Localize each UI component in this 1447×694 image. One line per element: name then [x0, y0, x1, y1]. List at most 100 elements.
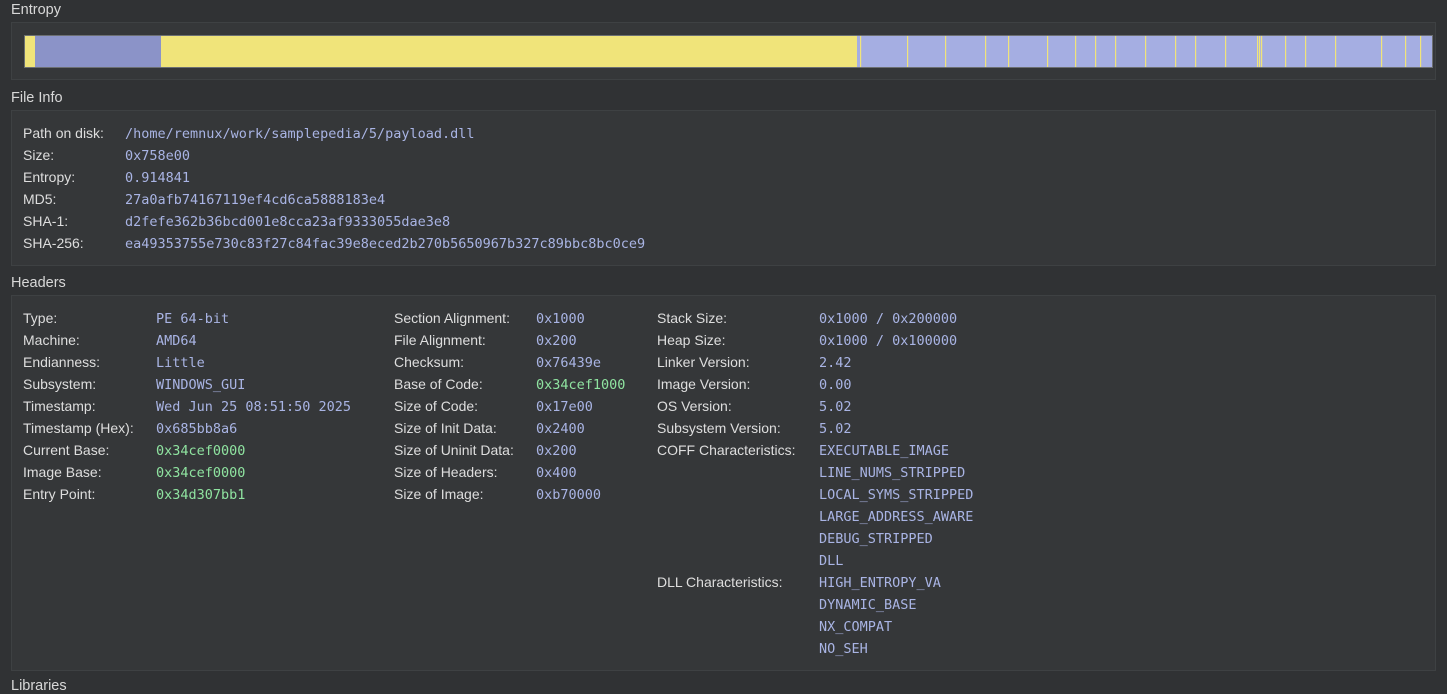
header-value[interactable]: 0x1000: [536, 311, 585, 327]
header-label: Subsystem Version:: [657, 420, 781, 436]
header-value[interactable]: PE 64-bit: [156, 311, 229, 327]
sha1-label: SHA-1:: [23, 213, 69, 229]
header-value[interactable]: 0x200: [536, 333, 577, 349]
dll-flag[interactable]: NO_SEH: [819, 641, 868, 657]
header-value[interactable]: 0xb70000: [536, 487, 601, 503]
header-label: Entry Point:: [23, 486, 96, 502]
md5-label: MD5:: [23, 191, 57, 207]
header-label: Timestamp:: [23, 398, 96, 414]
entropy-stripe: [1420, 36, 1422, 67]
header-label: Base of Code:: [394, 376, 483, 392]
md5-value[interactable]: 27a0afb74167119ef4cd6ca5888183e4: [125, 192, 385, 208]
dll-flag[interactable]: DYNAMIC_BASE: [819, 597, 917, 613]
entropy-stripe: [1225, 36, 1227, 67]
header-label: Size of Code:: [394, 398, 479, 414]
coff-flag[interactable]: DEBUG_STRIPPED: [819, 531, 933, 547]
header-label: OS Version:: [657, 398, 732, 414]
coff-flag[interactable]: DLL: [819, 553, 843, 569]
coff-flag[interactable]: LARGE_ADDRESS_AWARE: [819, 509, 973, 525]
header-label: Image Base:: [23, 464, 102, 480]
entropy-bar-graphic: [25, 36, 1422, 67]
coff-characteristics-label: COFF Characteristics:: [657, 442, 796, 458]
libraries-section-title: Libraries: [11, 678, 67, 694]
entropy-stripe: [860, 36, 862, 67]
header-value[interactable]: 0x17e00: [536, 399, 593, 415]
file-info-section-title: File Info: [11, 90, 63, 106]
header-value[interactable]: 0x200: [536, 443, 577, 459]
header-label: Machine:: [23, 332, 80, 348]
entropy-stripe: [1259, 36, 1261, 67]
header-value[interactable]: 0x1000 / 0x100000: [819, 333, 957, 349]
header-label: File Alignment:: [394, 332, 486, 348]
header-label: Size of Image:: [394, 486, 484, 502]
header-value[interactable]: 0x2400: [536, 421, 585, 437]
header-label: Timestamp (Hex):: [23, 420, 134, 436]
entropy-bar[interactable]: [24, 35, 1433, 68]
entropy-stripe: [1115, 36, 1117, 67]
header-value[interactable]: 5.02: [819, 399, 852, 415]
entropy-segment-header: [25, 36, 35, 67]
entropy-segment-code: [35, 36, 161, 67]
header-value[interactable]: 0x1000 / 0x200000: [819, 311, 957, 327]
sha256-label: SHA-256:: [23, 235, 84, 251]
entropy-high-region: [860, 36, 1422, 67]
header-value[interactable]: 0x34d307bb1: [156, 487, 245, 503]
header-label: Linker Version:: [657, 354, 750, 370]
entropy-stripe: [1195, 36, 1197, 67]
header-value[interactable]: 0x685bb8a6: [156, 421, 237, 437]
entropy-stripe: [1047, 36, 1049, 67]
coff-flag[interactable]: LOCAL_SYMS_STRIPPED: [819, 487, 973, 503]
entropy-stripe: [1405, 36, 1407, 67]
entropy-segment-low: [161, 36, 857, 67]
entropy-stripe: [907, 36, 909, 67]
entropy-stripe: [1335, 36, 1337, 67]
header-label: Image Version:: [657, 376, 751, 392]
coff-flag[interactable]: EXECUTABLE_IMAGE: [819, 443, 949, 459]
entropy-stripe: [1257, 36, 1259, 67]
sha1-value[interactable]: d2fefe362b36bcd001e8cca23af9333055dae3e8: [125, 214, 450, 230]
header-value[interactable]: 5.02: [819, 421, 852, 437]
header-label: Checksum:: [394, 354, 465, 370]
entropy-value[interactable]: 0.914841: [125, 170, 190, 186]
entropy-stripe: [1381, 36, 1383, 67]
path-value[interactable]: /home/remnux/work/samplepedia/5/payload.…: [125, 126, 475, 142]
entropy-stripe: [1285, 36, 1287, 67]
header-value[interactable]: Wed Jun 25 08:51:50 2025: [156, 399, 351, 415]
dll-characteristics-label: DLL Characteristics:: [657, 574, 783, 590]
path-label: Path on disk:: [23, 125, 104, 141]
entropy-stripe: [1095, 36, 1097, 67]
header-label: Size of Uninit Data:: [394, 442, 514, 458]
header-label: Subsystem:: [23, 376, 97, 392]
size-label: Size:: [23, 147, 55, 163]
coff-flag[interactable]: LINE_NUMS_STRIPPED: [819, 465, 965, 481]
size-value[interactable]: 0x758e00: [125, 148, 190, 164]
header-label: Endianness:: [23, 354, 101, 370]
entropy-stripe: [1261, 36, 1263, 67]
header-value[interactable]: 0x34cef0000: [156, 443, 245, 459]
header-label: Stack Size:: [657, 310, 728, 326]
header-label: Section Alignment:: [394, 310, 510, 326]
header-label: Type:: [23, 310, 58, 326]
header-label: Size of Headers:: [394, 464, 498, 480]
entropy-stripe: [945, 36, 947, 67]
entropy-section-title: Entropy: [11, 2, 61, 18]
header-value[interactable]: 0x76439e: [536, 355, 601, 371]
entropy-stripe: [1305, 36, 1307, 67]
header-value[interactable]: 0x400: [536, 465, 577, 481]
header-label: Size of Init Data:: [394, 420, 497, 436]
header-value[interactable]: 0.00: [819, 377, 852, 393]
entropy-stripe: [1175, 36, 1177, 67]
dll-flag[interactable]: NX_COMPAT: [819, 619, 892, 635]
entropy-stripe: [1075, 36, 1077, 67]
sha256-value[interactable]: ea49353755e730c83f27c84fac39e8eced2b270b…: [125, 236, 645, 252]
header-value[interactable]: 0x34cef0000: [156, 465, 245, 481]
dll-flag[interactable]: HIGH_ENTROPY_VA: [819, 575, 941, 591]
header-value[interactable]: WINDOWS_GUI: [156, 377, 245, 393]
headers-panel: [11, 295, 1436, 671]
header-value[interactable]: Little: [156, 355, 205, 371]
entropy-label: Entropy:: [23, 169, 76, 185]
header-value[interactable]: 0x34cef1000: [536, 377, 625, 393]
header-value[interactable]: AMD64: [156, 333, 197, 349]
headers-section-title: Headers: [11, 275, 66, 291]
header-value[interactable]: 2.42: [819, 355, 852, 371]
